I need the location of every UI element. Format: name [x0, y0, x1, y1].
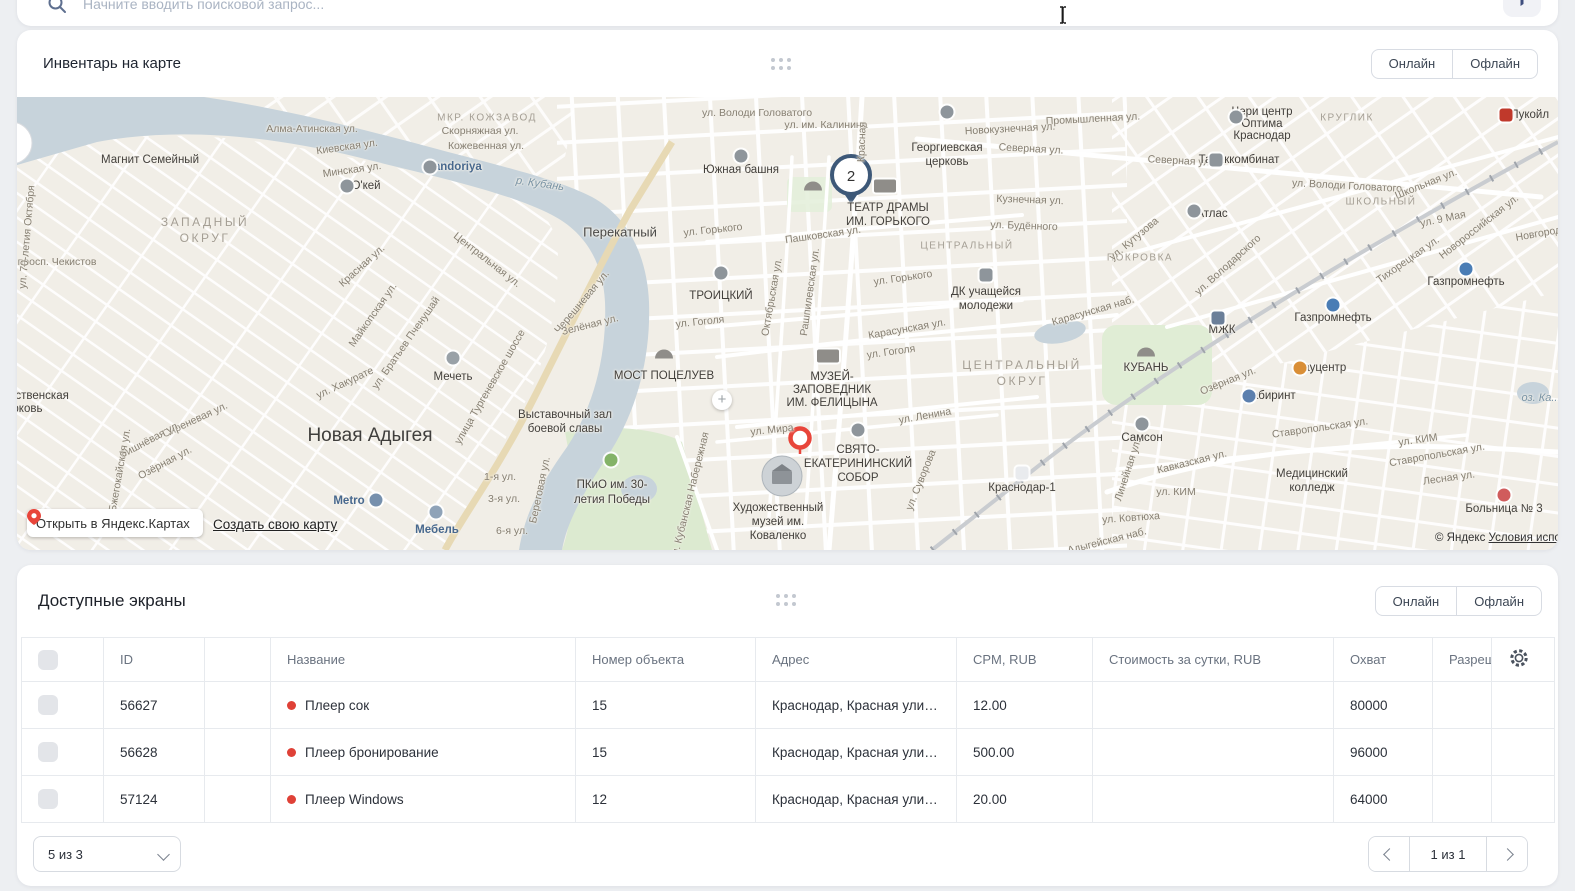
- col-header-cpm: CPM, RUB: [957, 638, 1093, 682]
- cell-actions: [1492, 729, 1555, 776]
- table-row[interactable]: 56627 Плеер сок 15 Краснодар, Красная ул…: [22, 682, 1555, 729]
- drag-handle-icon[interactable]: [776, 594, 796, 606]
- cell-reach: 64000: [1334, 776, 1433, 823]
- filter-button[interactable]: [1503, 0, 1541, 17]
- col-header-empty: [205, 638, 271, 682]
- create-own-map-link[interactable]: Создать свою карту: [213, 517, 337, 532]
- cell-daily-cost: [1093, 729, 1334, 776]
- row-checkbox[interactable]: [38, 695, 58, 715]
- cell-resolution: [1433, 776, 1492, 823]
- col-header-resolution: Разрешение: [1433, 638, 1492, 682]
- chevron-left-icon: [1383, 848, 1396, 861]
- col-header-id: ID: [104, 638, 205, 682]
- yandex-pin-icon: [27, 509, 41, 525]
- prev-page-button[interactable]: [1369, 837, 1409, 871]
- cell-address: Краснодар, Красная ули…: [756, 776, 957, 823]
- available-screens-card: Доступные экраны Онлайн Офлайн ID Назван…: [17, 565, 1558, 886]
- open-in-yandex-maps-button[interactable]: Открыть в Яндекс.Картах: [27, 509, 203, 537]
- map-online-button[interactable]: Онлайн: [1371, 49, 1454, 79]
- cell-id: 56628: [104, 729, 205, 776]
- cell-reach: 96000: [1334, 729, 1433, 776]
- cell-name: Плеер бронирование: [305, 745, 439, 760]
- select-all-checkbox[interactable]: [38, 650, 58, 670]
- table-row[interactable]: 56628 Плеер бронирование 15 Краснодар, К…: [22, 729, 1555, 776]
- open-in-yandex-label: Открыть в Яндекс.Картах: [36, 516, 190, 531]
- cell-object-number: 12: [576, 776, 756, 823]
- page-size-select[interactable]: 5 из 3: [33, 836, 181, 872]
- page: { "colors":{"marker_cluster_border":"#3d…: [0, 0, 1575, 891]
- cell-cpm: 20.00: [957, 776, 1093, 823]
- col-header-object-number: Номер объекта: [576, 638, 756, 682]
- cell-empty: [205, 682, 271, 729]
- status-dot: [287, 748, 296, 757]
- table-offline-button[interactable]: Офлайн: [1456, 586, 1542, 616]
- drag-handle-icon[interactable]: [771, 58, 791, 70]
- cell-empty: [205, 776, 271, 823]
- cell-address: Краснодар, Красная ули…: [756, 682, 957, 729]
- page-indicator: 1 из 1: [1409, 837, 1487, 871]
- col-header-daily-cost: Стоимость за сутки, RUB: [1093, 638, 1334, 682]
- next-page-button[interactable]: [1487, 837, 1527, 871]
- map-inventory-card: Инвентарь на карте Онлайн Офлайн: [17, 30, 1558, 550]
- cell-daily-cost: [1093, 682, 1334, 729]
- chevron-right-icon: [1501, 848, 1514, 861]
- table-row[interactable]: 57124 Плеер Windows 12 Краснодар, Красна…: [22, 776, 1555, 823]
- screens-table: ID Название Номер объекта Адрес CPM, RUB…: [21, 637, 1555, 823]
- row-checkbox[interactable]: [38, 789, 58, 809]
- cell-cpm: 12.00: [957, 682, 1093, 729]
- status-dot: [287, 795, 296, 804]
- cell-actions: [1492, 682, 1555, 729]
- terms-of-use-link[interactable]: Условия использования: [1489, 532, 1558, 544]
- cell-daily-cost: [1093, 776, 1334, 823]
- page-size-value: 5 из 3: [48, 847, 83, 862]
- table-header-row: ID Название Номер объекта Адрес CPM, RUB…: [22, 638, 1555, 682]
- table-online-button[interactable]: Онлайн: [1375, 586, 1458, 616]
- cell-empty: [205, 729, 271, 776]
- map-canvas: 2: [17, 97, 1558, 550]
- pagination: 1 из 1: [1368, 836, 1528, 872]
- lake: [1517, 382, 1549, 404]
- cell-cpm: 500.00: [957, 729, 1093, 776]
- cell-id: 57124: [104, 776, 205, 823]
- cell-actions: [1492, 776, 1555, 823]
- yandex-copyright: © Яндекс: [1435, 532, 1485, 544]
- cell-resolution: [1433, 682, 1492, 729]
- map-attribution: © Яндекс Условия использования: [1435, 532, 1558, 544]
- map-online-offline-toggle: Онлайн Офлайн: [1371, 49, 1538, 79]
- cell-resolution: [1433, 729, 1492, 776]
- map-card-title: Инвентарь на карте: [43, 55, 181, 72]
- table-settings-gear-icon[interactable]: [1508, 647, 1530, 669]
- map-offline-button[interactable]: Офлайн: [1452, 49, 1538, 79]
- table-online-offline-toggle: Онлайн Офлайн: [1375, 586, 1542, 616]
- cell-object-number: 15: [576, 682, 756, 729]
- cell-name: Плеер Windows: [305, 792, 404, 807]
- col-header-name: Название: [271, 638, 576, 682]
- search-icon: [47, 0, 67, 14]
- chevron-down-icon: [157, 848, 170, 861]
- cell-address: Краснодар, Красная ули…: [756, 729, 957, 776]
- museum-photo-marker[interactable]: [762, 456, 802, 496]
- map[interactable]: 2 МКР. КОЖЗАВОДСкорняжная ул.Алма-Атинск…: [17, 97, 1558, 550]
- search-bar-card: Начните вводить поисковой запрос...: [17, 0, 1558, 26]
- cell-reach: 80000: [1334, 682, 1433, 729]
- filter-icon: [1514, 0, 1530, 7]
- cell-object-number: 15: [576, 729, 756, 776]
- cell-id: 56627: [104, 682, 205, 729]
- status-dot: [287, 701, 296, 710]
- cell-name: Плеер сок: [305, 698, 369, 713]
- table-card-title: Доступные экраны: [38, 591, 186, 611]
- search-input[interactable]: Начните вводить поисковой запрос...: [83, 0, 324, 12]
- row-checkbox[interactable]: [38, 742, 58, 762]
- col-header-reach: Охват: [1334, 638, 1433, 682]
- cluster-count: 2: [847, 168, 855, 185]
- col-header-address: Адрес: [756, 638, 957, 682]
